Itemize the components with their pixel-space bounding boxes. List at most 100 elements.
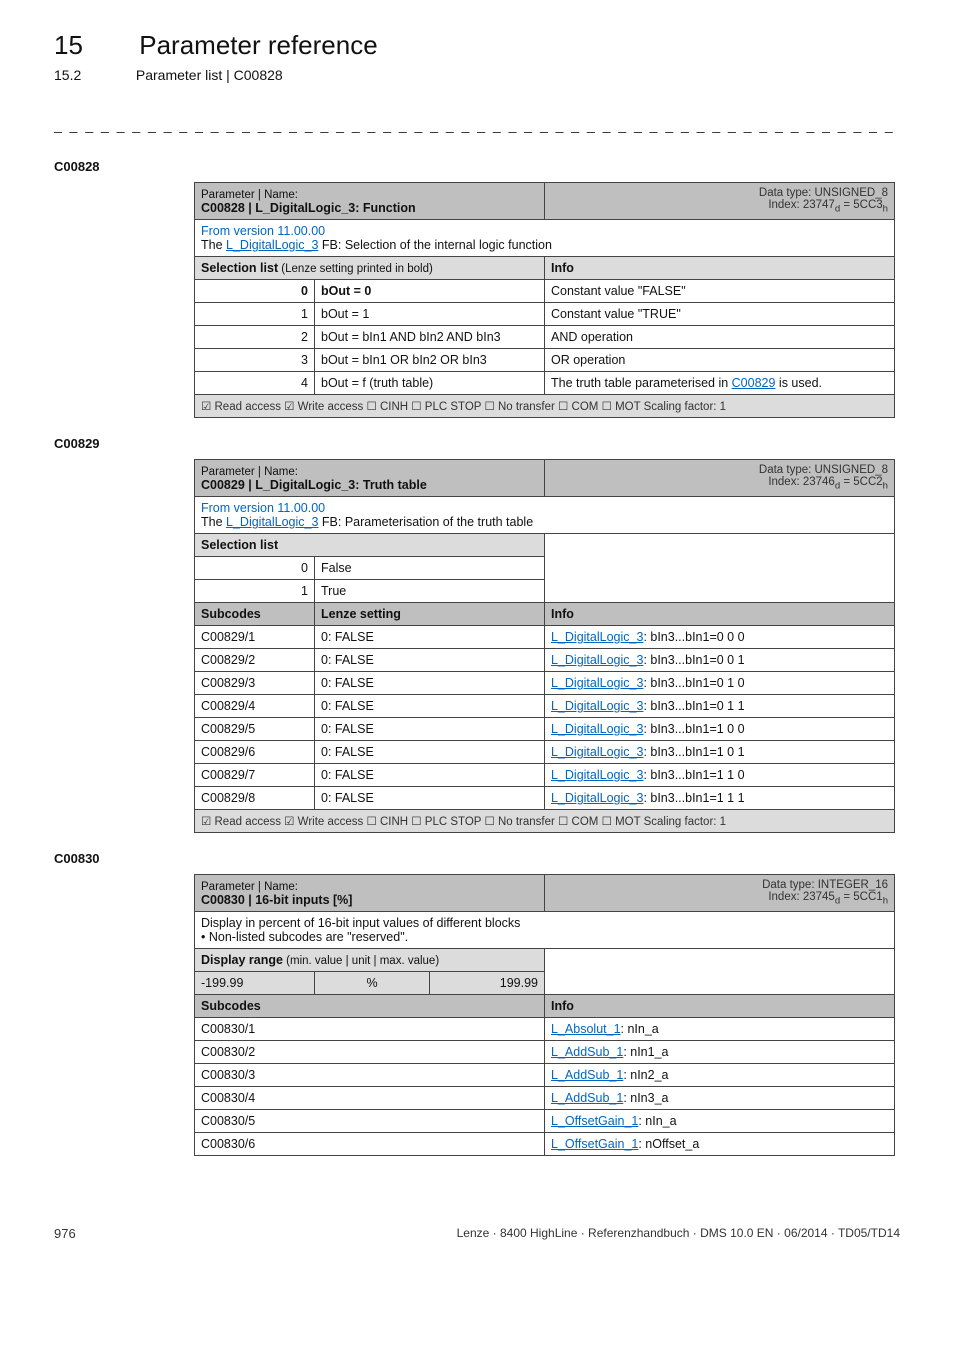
data-type-cell: Data type: INTEGER_16 Index: 23745d = 5C… [545,875,895,912]
selection-list-header: Selection list [195,534,545,557]
sel-info: The truth table parameterised in C00829 … [545,372,895,395]
param-name-value: C00828 | L_DigitalLogic_3: Function [201,201,416,215]
param-code-c00828: C00828 [54,159,900,174]
sel-expr: bOut = 1 [315,303,545,326]
sel-info: Constant value "TRUE" [545,303,895,326]
param-code-c00830: C00830 [54,851,900,866]
subcode: C00830/2 [195,1041,545,1064]
param-name-value: C00829 | L_DigitalLogic_3: Truth table [201,478,427,492]
data-type-line1: Data type: UNSIGNED_8 [759,464,888,476]
fb-link[interactable]: L_DigitalLogic_3 [226,515,318,529]
fb-link[interactable]: L_DigitalLogic_3 [551,745,643,759]
info-cell: L_DigitalLogic_3: bIn3...bIn1=1 1 0 [545,764,895,787]
sel-num: 1 [195,303,315,326]
lenze-value: 0: FALSE [315,695,545,718]
lenze-value: 0: FALSE [315,649,545,672]
fb-link[interactable]: L_DigitalLogic_3 [551,676,643,690]
info-cell: L_AddSub_1: nIn2_a [545,1064,895,1087]
sel-label: False [315,557,545,580]
sel-num: 3 [195,349,315,372]
info-cell: L_DigitalLogic_3: bIn3...bIn1=0 0 1 [545,649,895,672]
sel-info: AND operation [545,326,895,349]
sel-expr: bOut = bIn1 OR bIn2 OR bIn3 [315,349,545,372]
sel-num: 1 [195,580,315,603]
sel-info: OR operation [545,349,895,372]
param-name-cell: Parameter | Name: C00830 | 16-bit inputs… [195,875,545,912]
fb-link[interactable]: L_DigitalLogic_3 [551,722,643,736]
data-type-cell: Data type: UNSIGNED_8 Index: 23746d = 5C… [545,460,895,497]
sel-expr: bOut = 0 [315,280,545,303]
subcodes-header: Subcodes [195,603,315,626]
info-header: Info [545,995,895,1018]
lenze-value: 0: FALSE [315,626,545,649]
subcode: C00829/8 [195,787,315,810]
section-title: Parameter list | C00828 [136,67,283,83]
subcode: C00829/5 [195,718,315,741]
chapter-heading: 15 Parameter reference [54,30,900,61]
table-c00830: Parameter | Name: C00830 | 16-bit inputs… [194,874,895,1156]
cross-ref-link[interactable]: C00829 [732,376,776,390]
param-name-value: C00830 | 16-bit inputs [%] [201,893,352,907]
param-name-label: Parameter | Name: [201,466,298,478]
version-text: From version 11.00.00 [201,224,325,238]
info-cell: L_OffsetGain_1: nIn_a [545,1110,895,1133]
info-cell: L_AddSub_1: nIn3_a [545,1087,895,1110]
data-type-line2: Index: 23747d = 5CC3h [768,199,888,211]
fb-link[interactable]: L_DigitalLogic_3 [551,791,643,805]
access-footer: ☑ Read access ☑ Write access ☐ CINH ☐ PL… [195,395,895,418]
subcode: C00829/3 [195,672,315,695]
chapter-number: 15 [54,30,132,61]
param-description: From version 11.00.00 The L_DigitalLogic… [195,497,895,534]
fb-link[interactable]: L_Absolut_1 [551,1022,621,1036]
access-footer: ☑ Read access ☑ Write access ☐ CINH ☐ PL… [195,810,895,833]
param-name-cell: Parameter | Name: C00828 | L_DigitalLogi… [195,183,545,220]
fb-link[interactable]: L_AddSub_1 [551,1068,623,1082]
info-cell: L_AddSub_1: nIn1_a [545,1041,895,1064]
fb-link[interactable]: L_DigitalLogic_3 [551,768,643,782]
lenze-value: 0: FALSE [315,672,545,695]
info-cell: L_DigitalLogic_3: bIn3...bIn1=0 1 1 [545,695,895,718]
lenze-setting-header: Lenze setting [315,603,545,626]
sel-num: 0 [195,557,315,580]
subcode: C00829/6 [195,741,315,764]
sel-num: 2 [195,326,315,349]
info-header: Info [545,257,895,280]
fb-link[interactable]: L_DigitalLogic_3 [551,630,643,644]
page-number: 976 [54,1226,76,1241]
subcode: C00830/1 [195,1018,545,1041]
param-description: Display in percent of 16-bit input value… [195,912,895,949]
param-name-label: Parameter | Name: [201,881,298,893]
selection-list-header: Selection list (Lenze setting printed in… [195,257,545,280]
range-min: -199.99 [195,972,315,995]
data-type-cell: Data type: UNSIGNED_8 Index: 23747d = 5C… [545,183,895,220]
separator-dashes: _ _ _ _ _ _ _ _ _ _ _ _ _ _ _ _ _ _ _ _ … [54,117,900,133]
fb-link[interactable]: L_DigitalLogic_3 [551,653,643,667]
fb-link[interactable]: L_OffsetGain_1 [551,1114,638,1128]
fb-link[interactable]: L_OffsetGain_1 [551,1137,638,1151]
info-cell: L_DigitalLogic_3: bIn3...bIn1=1 0 0 [545,718,895,741]
lenze-value: 0: FALSE [315,741,545,764]
fb-link[interactable]: L_AddSub_1 [551,1045,623,1059]
info-cell: L_OffsetGain_1: nOffset_a [545,1133,895,1156]
param-name-label: Parameter | Name: [201,189,298,201]
param-name-cell: Parameter | Name: C00829 | L_DigitalLogi… [195,460,545,497]
range-max: 199.99 [430,972,545,995]
footer-text: Lenze · 8400 HighLine · Referenzhandbuch… [457,1226,900,1241]
subcode: C00829/1 [195,626,315,649]
section-number: 15.2 [54,67,132,83]
table-c00829: Parameter | Name: C00829 | L_DigitalLogi… [194,459,895,833]
fb-link[interactable]: L_DigitalLogic_3 [226,238,318,252]
page-footer: 976 Lenze · 8400 HighLine · Referenzhand… [54,1226,900,1241]
subcode: C00829/2 [195,649,315,672]
info-cell: L_Absolut_1: nIn_a [545,1018,895,1041]
fb-link[interactable]: L_DigitalLogic_3 [551,699,643,713]
param-code-c00829: C00829 [54,436,900,451]
chapter-title: Parameter reference [139,30,377,60]
lenze-value: 0: FALSE [315,718,545,741]
lenze-value: 0: FALSE [315,787,545,810]
subcodes-header: Subcodes [195,995,545,1018]
subcode: C00830/4 [195,1087,545,1110]
subcode: C00829/7 [195,764,315,787]
fb-link[interactable]: L_AddSub_1 [551,1091,623,1105]
range-unit: % [315,972,430,995]
